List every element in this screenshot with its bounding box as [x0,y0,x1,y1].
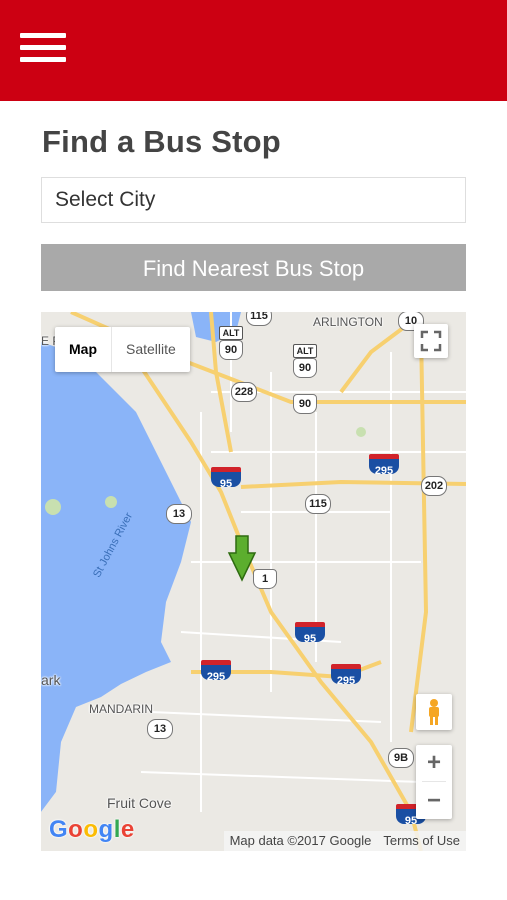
map-data-text: Map data ©2017 Google [229,833,372,848]
route-shield: 228 [231,382,257,402]
route-shield: ALT [293,344,317,358]
route-shield: 295 [201,660,231,683]
route-shield: 1 [253,569,277,589]
zoom-in-button[interactable]: + [416,745,452,781]
route-shield: 115 [246,312,272,326]
place-label-arlington: ARLINGTON [313,315,383,329]
hamburger-menu-icon[interactable] [20,33,66,63]
place-label-park: ark [41,672,61,688]
route-shield: 9B [388,748,414,768]
terms-of-use-link[interactable]: Terms of Use [377,831,466,851]
route-shield: 202 [421,476,447,496]
city-select[interactable]: Select City [41,177,466,223]
map-type-control: Map Satellite [55,327,190,372]
header-bar [0,0,507,101]
route-shield: 95 [295,622,325,645]
map-type-satellite-button[interactable]: Satellite [111,327,190,372]
route-shield: 13 [166,504,192,524]
map-attribution: Map data ©2017 Google Terms of Use [223,831,466,851]
page-title: Find a Bus Stop [42,124,281,159]
map-view[interactable]: ARLINGTON E P MANDARIN Fruit Cove ark St… [41,312,466,851]
route-shield: 90 [219,340,243,360]
route-shield: 13 [147,719,173,739]
place-label-fruit-cove: Fruit Cove [107,795,172,811]
zoom-control: + − [416,745,452,819]
route-shield: 90 [293,394,317,414]
find-nearest-bus-stop-button[interactable]: Find Nearest Bus Stop [41,244,466,291]
route-shield: 115 [305,494,331,514]
street-view-pegman-icon[interactable] [416,694,452,730]
map-type-map-button[interactable]: Map [55,327,111,372]
fullscreen-icon[interactable] [414,324,448,358]
zoom-out-button[interactable]: − [416,783,452,819]
route-shield: ALT [219,326,243,340]
route-shield: 95 [211,467,241,490]
google-logo[interactable]: Google [49,816,135,844]
route-shield: 295 [331,664,361,687]
route-shield: 295 [369,454,399,477]
zoom-divider [422,781,446,782]
route-shield: 90 [293,358,317,378]
place-label-mandarin: MANDARIN [89,702,154,716]
